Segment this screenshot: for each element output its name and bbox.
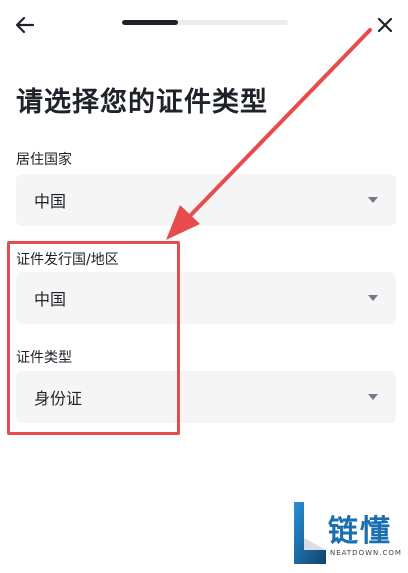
residence-country-value: 中国	[34, 192, 67, 211]
document-type-label: 证件类型	[16, 350, 72, 366]
chevron-down-icon	[368, 295, 378, 301]
close-icon	[377, 17, 393, 33]
issuing-country-select[interactable]: 中国	[16, 272, 396, 324]
close-button[interactable]	[370, 10, 400, 40]
progress-bar	[122, 20, 288, 25]
document-type-select[interactable]: 身份证	[16, 371, 396, 423]
watermark-subtext: NEATDOWN.COM	[330, 549, 402, 557]
back-button[interactable]	[10, 10, 40, 40]
page: 请选择您的证件类型 居住国家 中国 证件发行国/地区 中国 证件类型 身份证 链…	[0, 0, 408, 573]
arrow-left-icon	[15, 16, 35, 34]
issuing-country-label: 证件发行国/地区	[16, 252, 119, 268]
chevron-down-icon	[368, 394, 378, 400]
issuing-country-value: 中国	[34, 290, 67, 309]
residence-country-label: 居住国家	[16, 152, 72, 168]
residence-country-select[interactable]: 中国	[16, 174, 396, 226]
watermark-text: 链懂	[328, 514, 392, 549]
page-title: 请选择您的证件类型	[16, 87, 268, 118]
watermark: 链懂 NEATDOWN.COM	[292, 498, 404, 568]
watermark-logo-icon	[294, 502, 326, 564]
chevron-down-icon	[368, 197, 378, 203]
progress-fill	[122, 20, 179, 25]
document-type-value: 身份证	[34, 389, 83, 408]
